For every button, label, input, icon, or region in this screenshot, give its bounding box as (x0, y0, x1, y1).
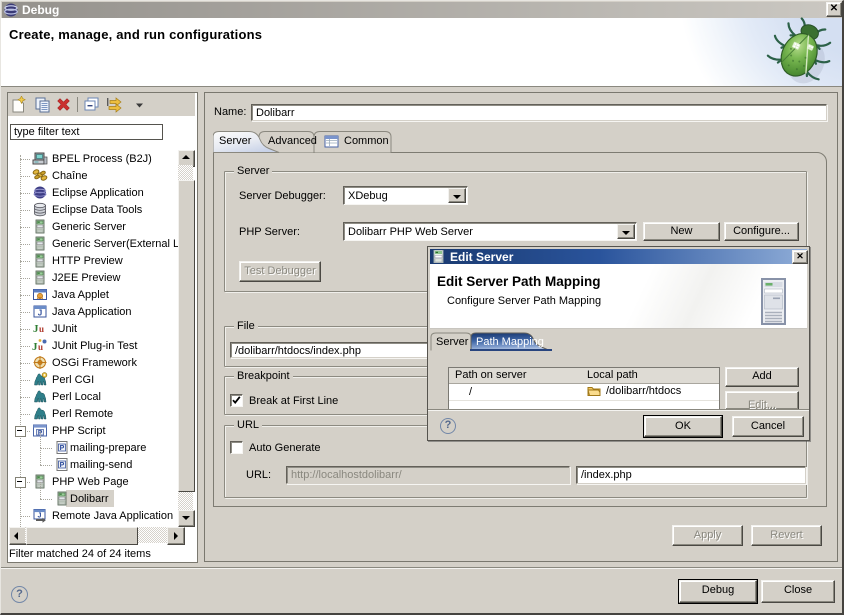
svg-text:u: u (38, 342, 43, 352)
svg-text:P: P (60, 445, 65, 452)
svg-text:P: P (60, 462, 65, 469)
svg-text:J: J (38, 309, 42, 318)
svg-text:J: J (38, 513, 42, 520)
svg-text:u: u (39, 324, 44, 334)
